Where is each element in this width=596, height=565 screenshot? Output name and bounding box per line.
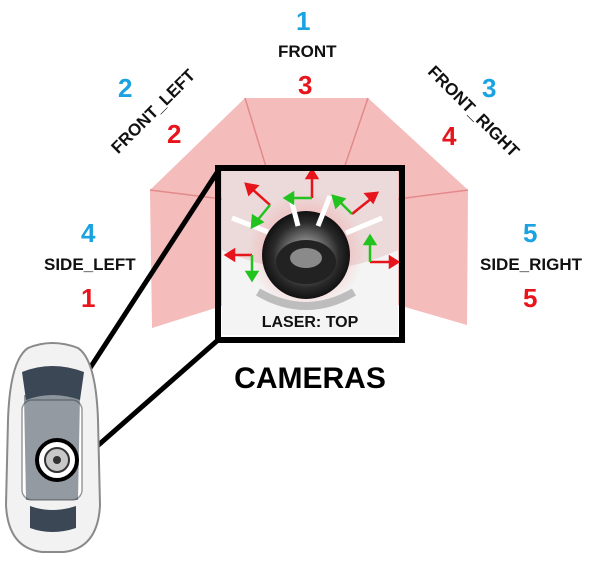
car-top-view-icon xyxy=(4,342,102,553)
front-laser-index: 3 xyxy=(298,70,313,100)
side-right-cam-name: SIDE_RIGHT xyxy=(480,255,583,274)
side-left-cam-name: SIDE_LEFT xyxy=(44,255,136,274)
front-right-cam-index: 3 xyxy=(482,73,497,103)
side-left-laser-index: 1 xyxy=(81,283,96,313)
front-right-laser-index: 4 xyxy=(442,121,457,151)
diagram-title: CAMERAS xyxy=(234,362,386,395)
front-cam-name: FRONT xyxy=(278,42,337,61)
laser-label: LASER: TOP xyxy=(261,314,359,331)
camera-layout-diagram: 1 FRONT 3 2 FRONT_LEFT 2 3 FRONT_RIGHT 4… xyxy=(0,0,596,565)
front-left-laser-index: 2 xyxy=(167,119,182,149)
front-cam-index: 1 xyxy=(296,6,311,36)
side-left-cam-index: 4 xyxy=(81,218,96,248)
front-left-cam-index: 2 xyxy=(118,73,133,103)
side-right-cam-index: 5 xyxy=(523,218,538,248)
side-right-laser-index: 5 xyxy=(523,283,538,313)
